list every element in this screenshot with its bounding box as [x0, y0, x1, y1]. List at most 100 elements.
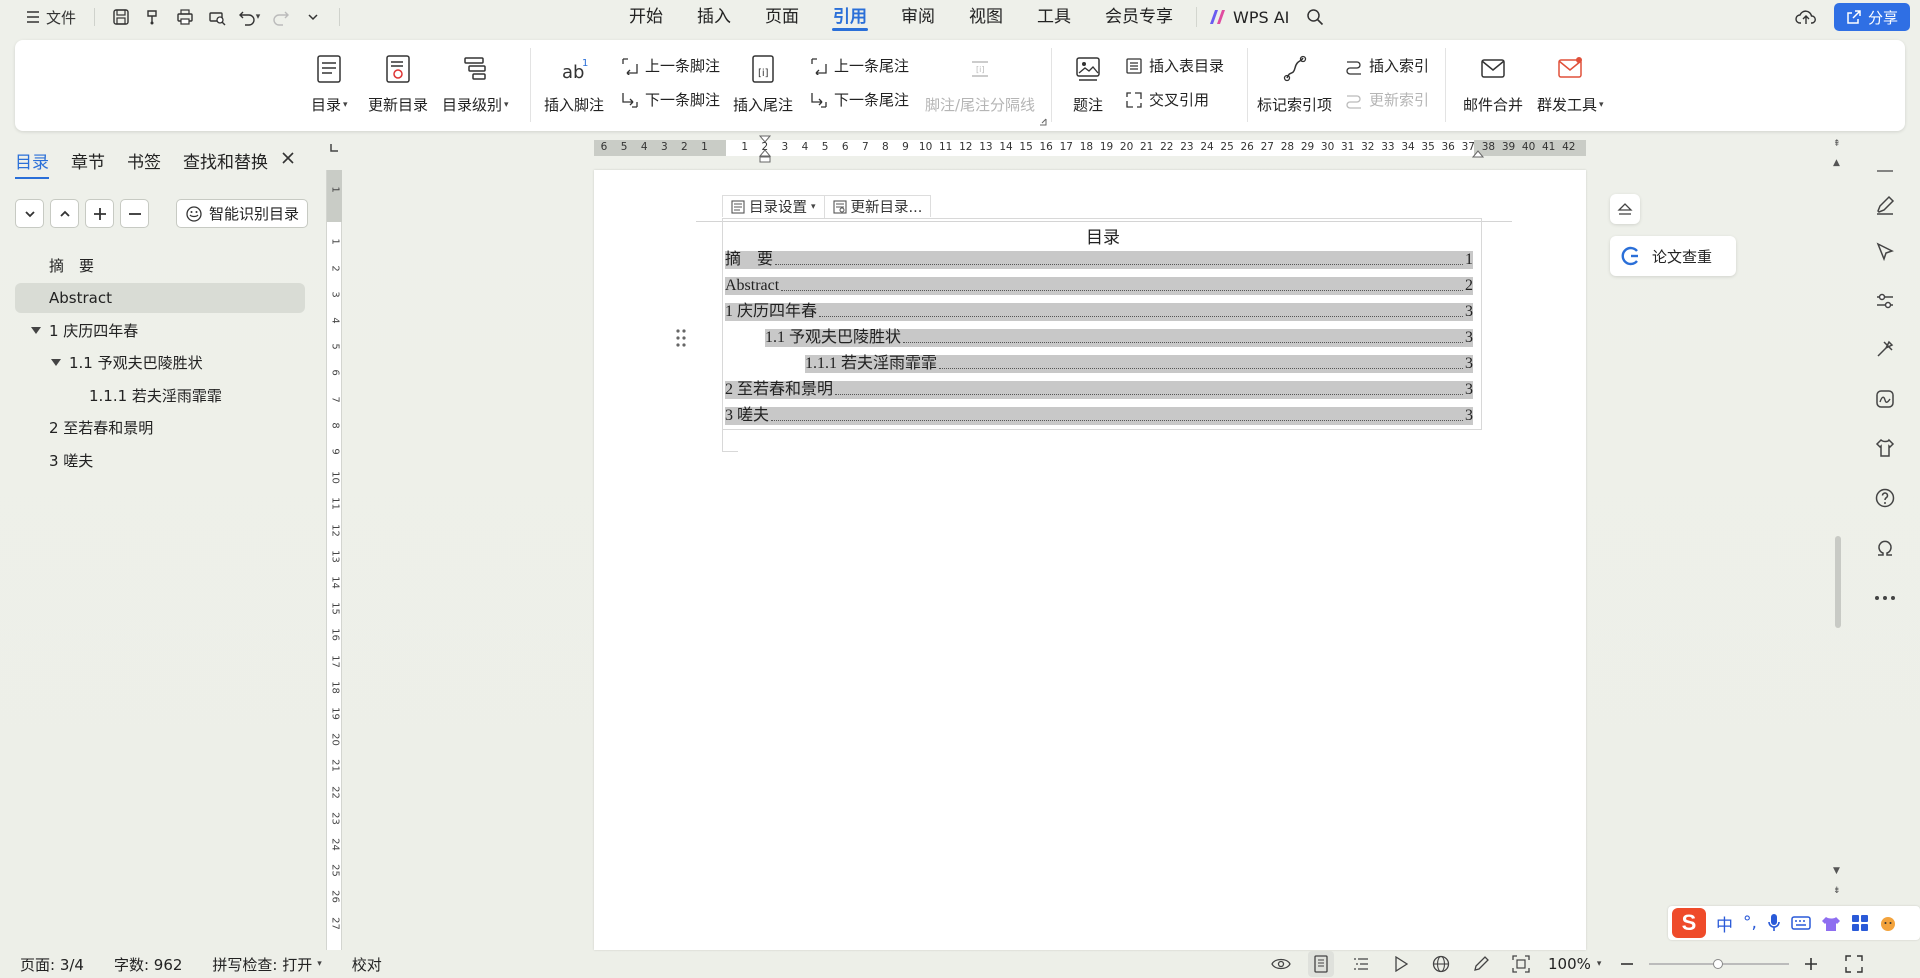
scroll-prev-page-icon[interactable]: ⇞: [1833, 139, 1841, 149]
horizontal-ruler[interactable]: 6 5 4 3 2 1 1 2 3 4 5 6 7 8 9 10 11 12 13 14 15 16 17 18 19 20 21 2…: [594, 135, 1586, 163]
expand-toggle-icon[interactable]: [31, 326, 41, 334]
next-footnote-button[interactable]: 下一条脚注: [621, 89, 720, 110]
toc-entry[interactable]: 3 嗟夫 3: [725, 407, 1473, 425]
adjust-button[interactable]: [1870, 286, 1900, 316]
zoom-in-icon[interactable]: [1803, 956, 1819, 972]
insert-table-of-figures-button[interactable]: 插入表目录: [1125, 55, 1224, 76]
caption-button[interactable]: 题注: [1073, 50, 1103, 115]
eye-protection-button[interactable]: [1268, 951, 1294, 977]
collapse-all-button[interactable]: [50, 199, 79, 228]
help-button[interactable]: [1870, 483, 1900, 513]
collapse-float-button[interactable]: [1610, 194, 1640, 224]
page-view-button[interactable]: [1308, 951, 1334, 977]
cloud-upload-button[interactable]: [1792, 3, 1820, 31]
tab-review[interactable]: 审阅: [884, 0, 952, 34]
assistant-button[interactable]: [1870, 433, 1900, 463]
print-button[interactable]: [171, 3, 199, 31]
proofread-button[interactable]: 校对: [352, 954, 412, 975]
dialog-launcher-icon[interactable]: [1039, 118, 1047, 126]
tab-insert[interactable]: 插入: [680, 0, 748, 34]
expand-toggle-icon[interactable]: [51, 359, 61, 366]
cross-reference-button[interactable]: 交叉引用: [1125, 89, 1209, 110]
spell-check-toggle[interactable]: 拼写检查: 打开 ▾: [212, 954, 351, 975]
wps-ai-button[interactable]: WPS AI: [1196, 7, 1301, 27]
footnote-separator-button[interactable]: [i] 脚注/尾注分隔线: [925, 50, 1035, 115]
next-endnote-button[interactable]: 下一条尾注: [810, 89, 909, 110]
microphone-icon[interactable]: [1767, 913, 1781, 933]
toc-entry[interactable]: 2 至若春和景明 3: [725, 381, 1473, 399]
update-toc-button[interactable]: 更新目录: [368, 50, 428, 115]
tab-tools[interactable]: 工具: [1020, 0, 1088, 34]
zoom-slider[interactable]: [1649, 959, 1790, 969]
ime-punctuation-icon[interactable]: °,: [1743, 913, 1757, 933]
undo-button[interactable]: ▾: [235, 3, 263, 31]
mail-merge-button[interactable]: 邮件合并: [1463, 50, 1523, 115]
skin-icon[interactable]: [1821, 914, 1841, 932]
toc-field[interactable]: 目录 摘 要 1 Abstract 2 1 庆历四年春 3 1.1 予观夫巴陵胜状 3 …: [722, 218, 1482, 430]
tab-references[interactable]: 引用: [816, 0, 884, 34]
tab-view[interactable]: 视图: [952, 0, 1020, 34]
zoom-slider-knob[interactable]: [1713, 959, 1724, 969]
select-tool-button[interactable]: [1870, 237, 1900, 267]
writing-mode-button[interactable]: [1468, 951, 1494, 977]
paper-check-button[interactable]: 论文查重: [1610, 236, 1736, 276]
signature-button[interactable]: [1870, 384, 1900, 414]
scroll-down-icon[interactable]: ▼: [1833, 866, 1840, 876]
toc-entry[interactable]: 摘 要 1: [725, 251, 1473, 269]
insert-endnote-button[interactable]: [i] 插入尾注: [733, 50, 793, 115]
nav-tab-find-replace[interactable]: 查找和替换: [183, 148, 268, 179]
scroll-next-page-icon[interactable]: ⇟: [1833, 886, 1841, 896]
nav-tab-bookmarks[interactable]: 书签: [127, 148, 161, 179]
vertical-ruler[interactable]: 1 1 2 3 4 5 6 7 8 9 10 11 12 13 14 15 16 17 18 19 20 21 22 23 24…: [326, 170, 342, 950]
outline-item-abstract[interactable]: Abstract: [15, 282, 305, 313]
tab-stop-selector-icon[interactable]: [328, 142, 340, 154]
toc-settings-button[interactable]: 目录设置 ▾: [723, 196, 824, 218]
nav-tab-toc[interactable]: 目录: [15, 148, 49, 179]
toc-entry[interactable]: 1 庆历四年春 3: [725, 303, 1473, 321]
outline-item-chapter-2[interactable]: 2 至若春和景明: [15, 413, 305, 443]
more-button[interactable]: [1870, 583, 1900, 613]
outline-item-section-1-1[interactable]: 1.1 予观夫巴陵胜状: [15, 348, 305, 378]
outline-view-button[interactable]: [1348, 951, 1374, 977]
share-button[interactable]: 分享: [1833, 3, 1910, 31]
save-button[interactable]: [107, 3, 135, 31]
reading-mode-button[interactable]: [1388, 951, 1414, 977]
prev-endnote-button[interactable]: 上一条尾注: [810, 55, 909, 76]
toc-update-button[interactable]: 更新目录...: [823, 195, 931, 218]
prev-footnote-button[interactable]: 上一条脚注: [621, 55, 720, 76]
scroll-up-icon[interactable]: ▲: [1833, 158, 1840, 168]
ime-language[interactable]: 中: [1716, 911, 1733, 936]
grid-menu-icon[interactable]: [1851, 914, 1869, 932]
insert-footnote-button[interactable]: ab 1 插入脚注: [544, 50, 604, 115]
demote-button[interactable]: [120, 199, 149, 228]
fullscreen-icon[interactable]: [1845, 955, 1864, 973]
mark-index-entry-button[interactable]: 标记索引项: [1257, 50, 1332, 115]
close-pane-button[interactable]: [280, 150, 296, 166]
keyboard-icon[interactable]: [1791, 915, 1811, 931]
zoom-out-icon[interactable]: [1619, 956, 1635, 972]
tab-page[interactable]: 页面: [748, 0, 816, 34]
outline-item-abstract-cn[interactable]: 摘 要: [15, 250, 305, 280]
pen-tool-button[interactable]: [1870, 190, 1900, 220]
insert-index-button[interactable]: 插入索引: [1345, 55, 1429, 76]
page-indicator[interactable]: 页面: 3/4: [20, 954, 114, 975]
redo-button[interactable]: [267, 3, 295, 31]
zoom-dropdown-icon[interactable]: ▾: [1597, 959, 1602, 969]
document-page[interactable]: 目录设置 ▾ 更新目录... 目录 摘 要 1 Abstract 2 1 庆历四年春…: [594, 170, 1586, 950]
outline-item-chapter-1[interactable]: 1 庆历四年春: [15, 315, 305, 345]
toc-entry[interactable]: 1.1.1 若夫淫雨霏霏 3: [805, 355, 1473, 373]
word-count[interactable]: 字数: 962: [114, 954, 212, 975]
vertical-scrollbar[interactable]: [1832, 140, 1842, 900]
zoom-level[interactable]: 100%: [1548, 955, 1591, 973]
promote-button[interactable]: [85, 199, 114, 228]
mass-send-button[interactable]: 群发工具 ▾: [1537, 50, 1604, 115]
toc-button[interactable]: 目录 ▾: [311, 50, 348, 115]
tools-button[interactable]: [1870, 334, 1900, 364]
quick-access-more-button[interactable]: [299, 3, 327, 31]
smart-toc-button[interactable]: 智能识别目录: [176, 199, 309, 228]
collapse-sidebar-button[interactable]: [1870, 156, 1900, 186]
nav-tab-sections[interactable]: 章节: [71, 148, 105, 179]
file-menu-button[interactable]: 文件: [20, 3, 82, 31]
format-painter-button[interactable]: [139, 3, 167, 31]
symbol-button[interactable]: [1870, 533, 1900, 563]
